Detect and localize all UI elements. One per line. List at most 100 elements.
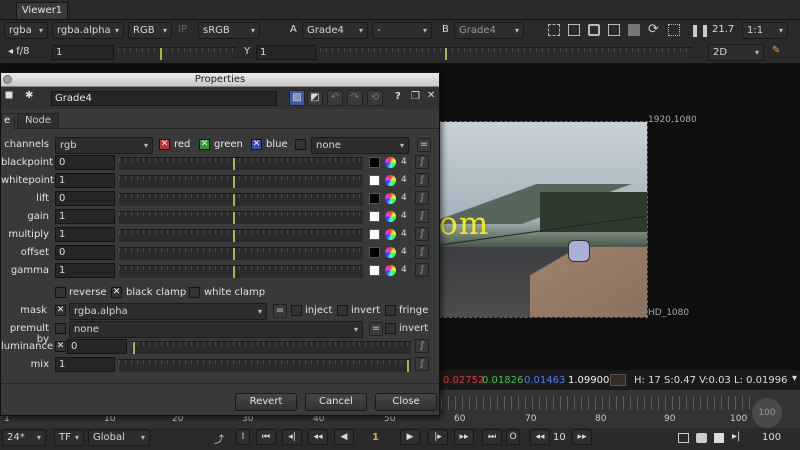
mix-slider[interactable]	[119, 359, 411, 372]
animation-curve-icon[interactable]: ∫	[415, 209, 429, 223]
channel-link-button[interactable]: =	[417, 138, 431, 152]
channels-dropdown[interactable]: rgba ▾	[4, 22, 48, 39]
inject-checkbox[interactable]	[291, 305, 302, 316]
revert-button[interactable]: Revert	[235, 393, 297, 411]
skip-back-button[interactable]: ◂◂	[530, 429, 550, 445]
redo-button[interactable]: ↷	[347, 90, 363, 106]
color-swatch-icon[interactable]	[369, 193, 380, 204]
gain-field[interactable]: 1	[52, 45, 114, 60]
fstop-label[interactable]: ◂ f/8	[8, 46, 29, 57]
timeline-end-badge[interactable]: 100	[752, 398, 782, 428]
sync-icon[interactable]: ⤴	[214, 431, 224, 446]
color-swatch-icon[interactable]	[369, 157, 380, 168]
extra-channel-checkbox[interactable]	[295, 139, 306, 150]
play-forward-button[interactable]: ▶	[400, 429, 420, 445]
tab-viewer1[interactable]: Viewer1	[16, 2, 68, 19]
stop-icon[interactable]	[714, 433, 724, 443]
mix-curve-button[interactable]: ∫	[415, 357, 429, 371]
channel-count[interactable]: 4	[401, 265, 407, 275]
zoom-dropdown[interactable]: 1:1 ▾	[742, 22, 788, 39]
color-swatch-icon[interactable]	[369, 247, 380, 258]
knob-value-field[interactable]: 1	[55, 173, 115, 188]
knob-slider[interactable]	[119, 157, 363, 170]
tf-dropdown[interactable]: TF ▾	[54, 429, 84, 446]
white-clamp-checkbox[interactable]	[189, 287, 200, 298]
premult-checkbox[interactable]	[55, 323, 66, 334]
properties-titlebar[interactable]: Properties	[1, 73, 439, 87]
invert-mask-checkbox[interactable]	[337, 305, 348, 316]
knob-value-field[interactable]: 0	[55, 155, 115, 170]
skip-forward-button[interactable]: ▸▸	[572, 429, 592, 445]
mask-checkbox[interactable]: ✕	[55, 305, 66, 316]
reverse-checkbox[interactable]	[55, 287, 66, 298]
target-icon[interactable]	[668, 24, 680, 36]
out-point-button[interactable]: O	[506, 429, 520, 445]
step-forward-button[interactable]: |▸	[428, 429, 448, 445]
gamma-field[interactable]: 1	[256, 45, 316, 60]
extra-channel-select[interactable]: none ▾	[311, 137, 409, 154]
view-mode-dropdown[interactable]: 2D ▾	[708, 44, 764, 61]
channel-count[interactable]: 4	[401, 175, 407, 185]
flipbook-icon[interactable]	[678, 433, 689, 443]
mask-select[interactable]: rgba.alpha ▾	[69, 303, 267, 320]
luminance-field[interactable]: 0	[67, 339, 127, 354]
animation-curve-icon[interactable]: ∫	[415, 191, 429, 205]
help-icon[interactable]: ?	[395, 91, 401, 102]
luminance-curve-button[interactable]: ∫	[415, 339, 429, 353]
luminance-slider[interactable]	[131, 341, 411, 354]
toggle-icon[interactable]	[608, 24, 620, 36]
channel-count[interactable]: 4	[401, 211, 407, 221]
node-name-field[interactable]: Grade4	[51, 91, 277, 106]
in-point-button[interactable]: I	[236, 429, 250, 445]
animation-curve-icon[interactable]: ∫	[415, 227, 429, 241]
green-checkbox[interactable]: ✕	[199, 139, 210, 150]
next-keyframe-button[interactable]: ▸▸	[454, 429, 474, 445]
undo-button[interactable]: ↶	[327, 90, 343, 106]
channels-select[interactable]: rgb ▾	[55, 137, 153, 154]
lut-dropdown[interactable]: sRGB ▾	[198, 22, 260, 39]
knob-value-field[interactable]: 1	[55, 209, 115, 224]
knob-slider[interactable]	[119, 211, 363, 224]
step-increment[interactable]: 10	[553, 432, 566, 443]
animation-curve-icon[interactable]: ∫	[415, 245, 429, 259]
fringe-checkbox[interactable]	[385, 305, 396, 316]
input-a-dropdown[interactable]: Grade4 ▾	[302, 22, 368, 39]
info-menu-icon[interactable]: ▾	[792, 373, 797, 384]
channel-count[interactable]: 4	[401, 193, 407, 203]
color-swatch-icon[interactable]	[369, 175, 380, 186]
lock-icon[interactable]	[588, 24, 600, 36]
last-frame-button[interactable]: ⏭	[482, 429, 502, 445]
record-icon[interactable]	[696, 433, 707, 443]
color-swatch-icon[interactable]	[369, 229, 380, 240]
color-swatch-icon[interactable]	[369, 265, 380, 276]
animation-curve-icon[interactable]: ∫	[415, 173, 429, 187]
compare-op-dropdown[interactable]: - ▾	[372, 22, 432, 39]
input-b-dropdown[interactable]: Grade4 ▾	[454, 22, 524, 39]
colorspace-dropdown[interactable]: RGB ▾	[128, 22, 172, 39]
color-wheel-icon[interactable]	[385, 157, 396, 168]
red-checkbox[interactable]: ✕	[159, 139, 170, 150]
color-wheel-icon[interactable]	[385, 229, 396, 240]
current-frame[interactable]: 1	[372, 432, 379, 443]
first-frame-button[interactable]: ⏮	[256, 429, 276, 445]
playback-mode-icon[interactable]: ▸|	[732, 431, 740, 442]
color-wheel-icon[interactable]	[385, 247, 396, 258]
premult-select[interactable]: none ▾	[69, 321, 363, 338]
scope-dropdown[interactable]: Global ▾	[88, 429, 150, 446]
float-icon[interactable]: ❐	[411, 91, 420, 102]
prev-keyframe-button[interactable]: ◂|	[282, 429, 302, 445]
mask-link-button[interactable]: =	[273, 304, 287, 318]
channel-count[interactable]: 4	[401, 229, 407, 239]
color-wheel-icon[interactable]	[385, 193, 396, 204]
revert-knobs-button[interactable]: ⟲	[367, 90, 383, 106]
color-wheel-icon[interactable]	[385, 211, 396, 222]
luminance-checkbox[interactable]: ✕	[55, 341, 66, 352]
play-backward-button[interactable]: ◀	[334, 429, 354, 445]
pause-icon[interactable]: ❚❚	[690, 23, 710, 37]
knob-value-field[interactable]: 1	[55, 263, 115, 278]
step-back-button[interactable]: ◂◂	[308, 429, 328, 445]
channel-count[interactable]: 4	[401, 247, 407, 257]
animation-curve-icon[interactable]: ∫	[415, 263, 429, 277]
fps-dropdown[interactable]: 24* ▾	[2, 429, 46, 446]
tab-grade[interactable]: e	[1, 113, 15, 129]
